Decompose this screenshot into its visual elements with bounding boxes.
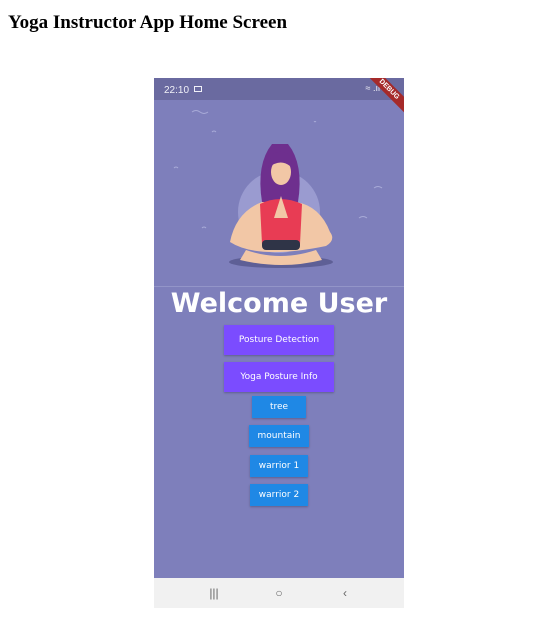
bird-icon [358, 216, 368, 219]
posture-detection-button[interactable]: Posture Detection [224, 325, 334, 355]
posture-detection-label: Posture Detection [238, 335, 320, 345]
status-bar: 22:10 ≈ .ıl [154, 78, 404, 100]
warrior-2-pose-label: warrior 2 [258, 490, 300, 500]
welcome-heading: Welcome User [170, 288, 388, 319]
warrior-1-pose-button[interactable]: warrior 1 [250, 455, 308, 477]
recents-nav-button[interactable]: ||| [189, 578, 239, 608]
screenshot-caption: Yoga Instructor App Home Screen [8, 12, 288, 33]
mountain-pose-label: mountain [257, 431, 301, 441]
yoga-posture-info-label: Yoga Posture Info [240, 372, 318, 382]
phone-screen: 22:10 ≈ .ıl DEBUG Welcome User Posture D… [154, 78, 404, 608]
yoga-illustration [173, 110, 383, 268]
status-time: 22:10 [164, 85, 190, 96]
tree-pose-label: tree [269, 402, 289, 412]
bird-icon [191, 110, 209, 114]
home-icon: ○ [275, 586, 283, 600]
recents-icon: ||| [209, 586, 219, 600]
bird-icon [211, 130, 217, 133]
bird-icon [201, 226, 207, 229]
yoga-posture-info-button[interactable]: Yoga Posture Info [224, 362, 334, 392]
home-nav-button[interactable]: ○ [254, 578, 304, 608]
bird-icon [373, 186, 383, 189]
mountain-pose-button[interactable]: mountain [249, 425, 309, 447]
hero-divider [154, 286, 404, 287]
tree-pose-button[interactable]: tree [252, 396, 306, 418]
warrior-2-pose-button[interactable]: warrior 2 [250, 484, 308, 506]
image-icon [194, 86, 202, 92]
android-nav-bar: ||| ○ ‹ [154, 578, 404, 608]
back-nav-button[interactable]: ‹ [320, 578, 370, 608]
bird-icon [313, 121, 317, 123]
bird-icon [173, 166, 179, 169]
back-icon: ‹ [343, 586, 347, 600]
warrior-1-pose-label: warrior 1 [258, 461, 300, 471]
